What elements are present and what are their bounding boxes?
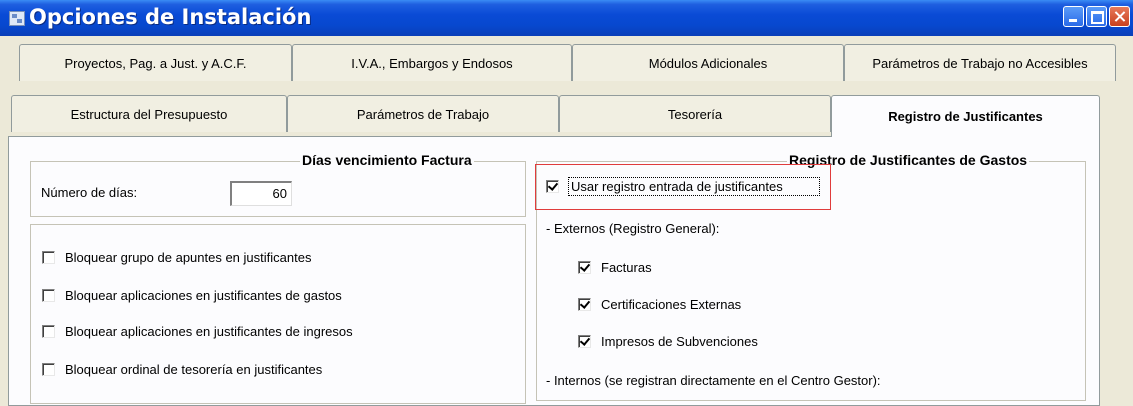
tab-estructura-presupuesto[interactable]: Estructura del Presupuesto bbox=[11, 95, 287, 132]
usar-registro-label[interactable]: Usar registro entrada de justificantes bbox=[571, 179, 783, 194]
tab-proyectos[interactable]: Proyectos, Pag. a Just. y A.C.F. bbox=[19, 44, 292, 81]
externos-label: - Externos (Registro General): bbox=[546, 221, 720, 236]
tab-registro-justificantes[interactable]: Registro de Justificantes bbox=[831, 95, 1100, 137]
facturas-checkbox[interactable] bbox=[578, 261, 591, 274]
bloquear-grupo-apuntes-label[interactable]: Bloquear grupo de apuntes en justificant… bbox=[65, 250, 311, 265]
usar-registro-checkbox[interactable] bbox=[546, 180, 559, 193]
maximize-button[interactable] bbox=[1086, 6, 1107, 27]
certificaciones-externas-label[interactable]: Certificaciones Externas bbox=[601, 297, 741, 312]
numero-dias-label: Número de días: bbox=[41, 185, 138, 200]
bloquear-aplicaciones-ingresos-checkbox[interactable] bbox=[42, 325, 55, 338]
dias-vencimiento-title: Días vencimiento Factura bbox=[300, 152, 474, 168]
tab-tesoreria[interactable]: Tesorería bbox=[559, 95, 831, 132]
app-icon[interactable] bbox=[9, 11, 25, 26]
impresos-subvenciones-checkbox[interactable] bbox=[578, 335, 591, 348]
tab-parametros-no-accesibles[interactable]: Parámetros de Trabajo no Accesibles bbox=[844, 44, 1116, 81]
bloquear-aplicaciones-gastos-checkbox[interactable] bbox=[42, 289, 55, 302]
bloquear-aplicaciones-gastos-label[interactable]: Bloquear aplicaciones en justificantes d… bbox=[65, 288, 342, 303]
facturas-label[interactable]: Facturas bbox=[601, 260, 652, 275]
minimize-button[interactable] bbox=[1063, 6, 1084, 27]
window-title: Opciones de Instalación bbox=[29, 5, 312, 29]
numero-dias-input[interactable]: 60 bbox=[230, 181, 292, 206]
bloquear-ordinal-tesoreria-label[interactable]: Bloquear ordinal de tesorería en justifi… bbox=[65, 362, 322, 377]
internos-label: - Internos (se registran directamente en… bbox=[546, 373, 881, 388]
tab-iva-embargos[interactable]: I.V.A., Embargos y Endosos bbox=[292, 44, 572, 81]
bloquear-aplicaciones-ingresos-label[interactable]: Bloquear aplicaciones en justificantes d… bbox=[65, 324, 353, 339]
tab-parametros-trabajo[interactable]: Parámetros de Trabajo bbox=[287, 95, 559, 132]
close-button[interactable] bbox=[1109, 6, 1130, 27]
bloquear-grupo-apuntes-checkbox[interactable] bbox=[42, 251, 55, 264]
impresos-subvenciones-label[interactable]: Impresos de Subvenciones bbox=[601, 334, 758, 349]
bloquear-ordinal-tesoreria-checkbox[interactable] bbox=[42, 363, 55, 376]
certificaciones-externas-checkbox[interactable] bbox=[578, 298, 591, 311]
tab-modulos-adicionales[interactable]: Módulos Adicionales bbox=[572, 44, 844, 81]
title-bar[interactable]: Opciones de Instalación bbox=[0, 0, 1133, 36]
